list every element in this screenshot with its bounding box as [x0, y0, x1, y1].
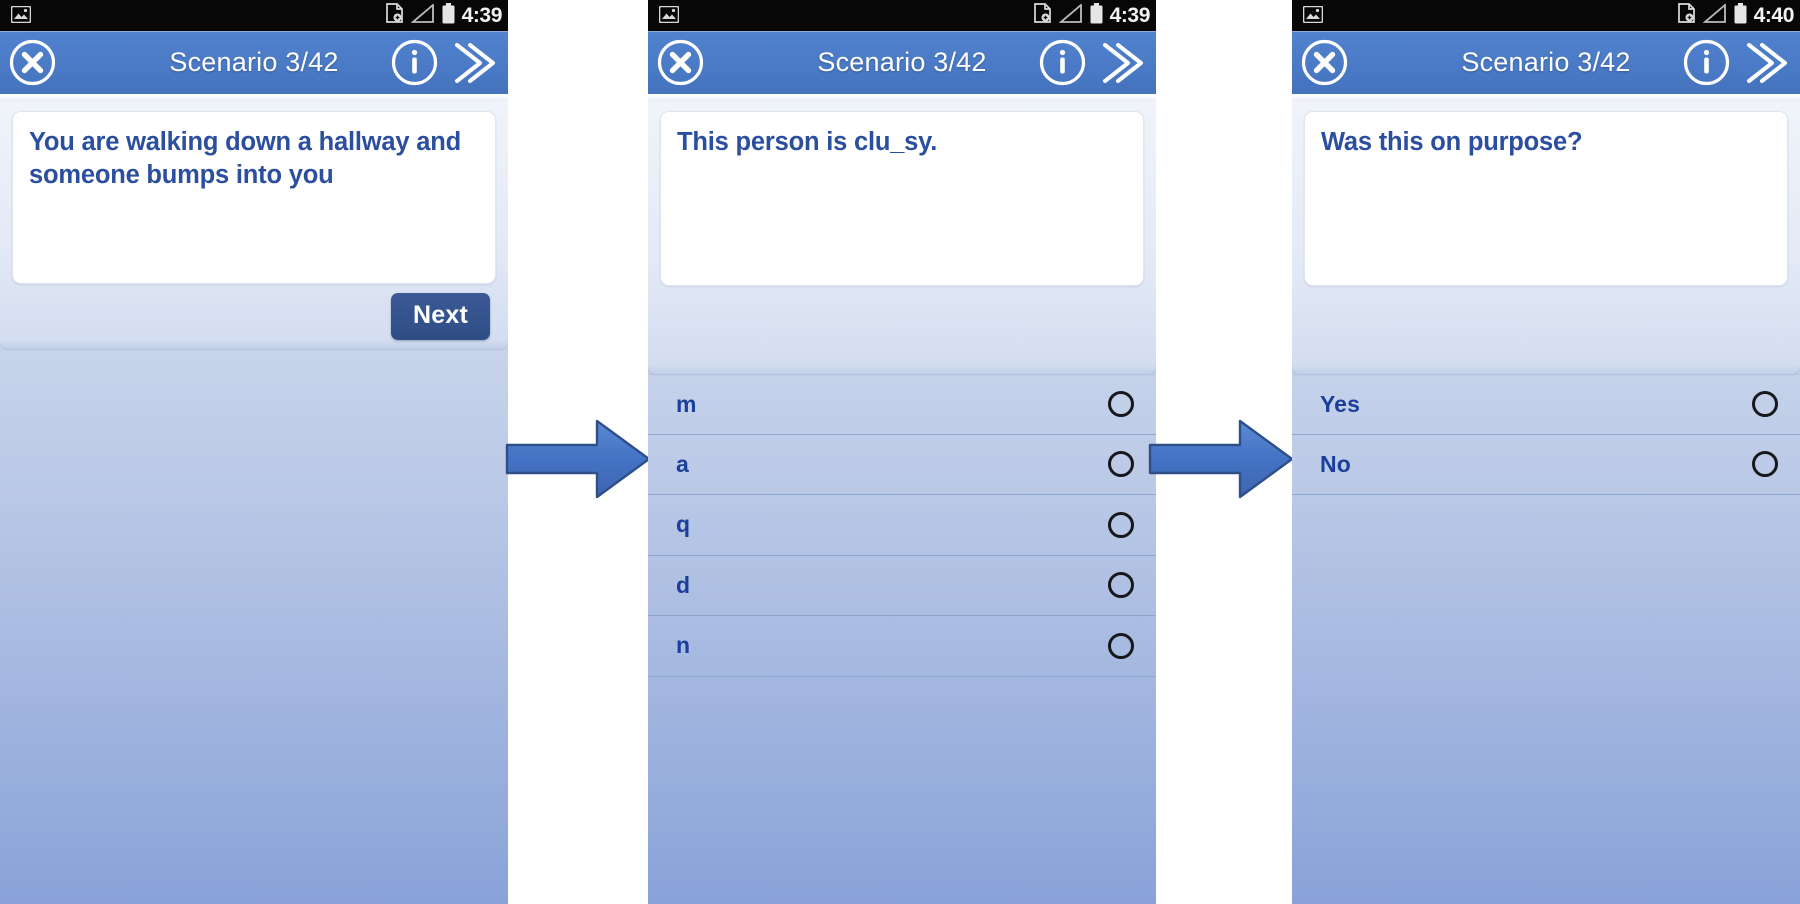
forward-chevron-icon[interactable]: [1736, 39, 1792, 87]
option-label: No: [1320, 450, 1351, 477]
option-label: m: [676, 390, 697, 417]
panel-body-2: This person is clu_sy.: [648, 101, 1156, 366]
signal-icon: [410, 2, 435, 28]
forward-chevron-icon[interactable]: [444, 39, 500, 87]
info-button[interactable]: [1682, 38, 1731, 87]
scenario-card-1: You are walking down a hallway and someo…: [12, 111, 496, 284]
flow-arrow-2: [1148, 418, 1294, 500]
list-item[interactable]: n: [648, 616, 1156, 677]
battery-icon: [1734, 2, 1747, 29]
panel-body-lip-2: [648, 366, 1156, 374]
status-time: 4:39: [1109, 3, 1151, 27]
battery-icon: [1090, 2, 1103, 29]
status-time: 4:40: [1753, 3, 1795, 27]
scenario-text: Was this on purpose?: [1321, 128, 1583, 156]
list-item[interactable]: d: [648, 556, 1156, 616]
option-label: d: [676, 571, 691, 598]
scenario-card-2: This person is clu_sy.: [660, 111, 1144, 286]
panel-body-lip-3: [1292, 366, 1800, 374]
panel-body-1: You are walking down a hallway and someo…: [0, 101, 508, 341]
panel-background-fill-3: [1292, 495, 1800, 904]
image-icon: [10, 5, 32, 28]
info-button[interactable]: [390, 38, 439, 87]
option-label: n: [676, 632, 691, 659]
option-label: Yes: [1320, 390, 1360, 417]
image-icon: [1302, 5, 1324, 28]
phone-screenshot-1: 4:39 Scenario 3/42 You are walking down: [0, 0, 508, 904]
status-bar-1: 4:39: [0, 0, 508, 31]
radio-button-icon[interactable]: [1108, 511, 1134, 538]
flow-arrow-1: [505, 418, 651, 500]
signal-icon: [1702, 2, 1727, 28]
status-bar-right-1: 4:39: [385, 0, 503, 31]
app-bar-2: Scenario 3/42: [648, 31, 1156, 94]
status-bar-2: 4:39: [648, 0, 1156, 31]
radio-button-icon[interactable]: [1108, 572, 1134, 599]
list-item[interactable]: q: [648, 495, 1156, 556]
option-list-2: m a q d n: [648, 374, 1156, 677]
app-bar-divider: [0, 94, 508, 101]
scenario-card-3: Was this on purpose?: [1304, 111, 1788, 286]
panel-background-fill-1: [0, 349, 508, 904]
radio-button-icon[interactable]: [1108, 632, 1134, 659]
panel-body-3: Was this on purpose?: [1292, 101, 1800, 366]
info-button[interactable]: [1038, 38, 1087, 87]
app-bar-divider: [648, 94, 1156, 101]
option-list-3: Yes No: [1292, 374, 1800, 495]
sd-card-icon: [1677, 3, 1696, 28]
next-button-row: Next: [12, 284, 496, 340]
close-button[interactable]: [1300, 38, 1349, 87]
close-button[interactable]: [8, 38, 57, 87]
sd-card-icon: [1033, 3, 1052, 28]
list-item[interactable]: a: [648, 435, 1156, 495]
status-time: 4:39: [461, 3, 503, 27]
app-bar-3: Scenario 3/42: [1292, 31, 1800, 94]
app-bar-1: Scenario 3/42: [0, 31, 508, 94]
radio-button-icon[interactable]: [1752, 391, 1778, 418]
option-label: q: [676, 511, 691, 538]
close-button[interactable]: [656, 38, 705, 87]
scenario-text: You are walking down a hallway and someo…: [29, 128, 461, 190]
forward-chevron-icon[interactable]: [1092, 39, 1148, 87]
list-item[interactable]: Yes: [1292, 374, 1800, 435]
status-bar-right-3: 4:40: [1677, 0, 1795, 31]
radio-button-icon[interactable]: [1108, 451, 1134, 478]
panel-body-lip-1: [0, 341, 508, 349]
status-bar-3: 4:40: [1292, 0, 1800, 31]
radio-button-icon[interactable]: [1108, 391, 1134, 418]
scenario-text: This person is clu_sy.: [677, 128, 938, 156]
battery-icon: [442, 2, 455, 29]
panel-background-fill-2: [648, 677, 1156, 904]
phone-screenshot-2: 4:39 Scenario 3/42 This person is clu_sy: [648, 0, 1156, 904]
screenshot-stage: 4:39 Scenario 3/42 You are walking down: [0, 0, 1800, 904]
phone-screenshot-3: 4:40 Scenario 3/42 Was this on purpose?: [1292, 0, 1800, 904]
status-bar-right-2: 4:39: [1033, 0, 1151, 31]
image-icon: [658, 5, 680, 28]
signal-icon: [1058, 2, 1083, 28]
sd-card-icon: [385, 3, 404, 28]
list-item[interactable]: m: [648, 374, 1156, 435]
option-label: a: [676, 450, 689, 477]
list-item[interactable]: No: [1292, 435, 1800, 495]
next-button[interactable]: Next: [391, 293, 490, 340]
radio-button-icon[interactable]: [1752, 451, 1778, 478]
app-bar-divider: [1292, 94, 1800, 101]
